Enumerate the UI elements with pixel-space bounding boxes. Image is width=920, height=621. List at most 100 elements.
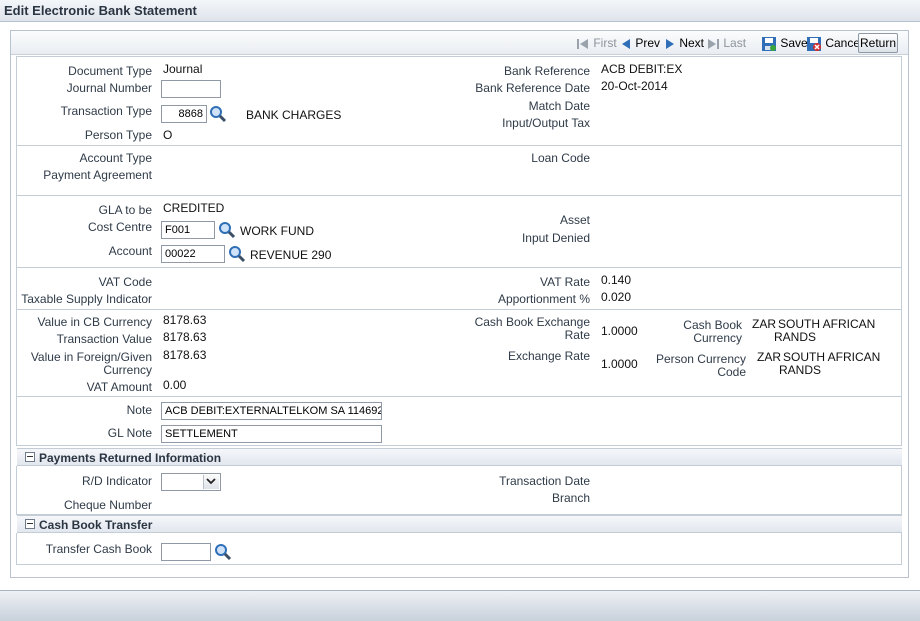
bank-reference-value: ACB DEBIT:EX xyxy=(601,62,683,76)
document-type-value: Journal xyxy=(163,62,203,76)
person-currency-code: ZAR xyxy=(757,350,781,364)
divider xyxy=(17,396,902,397)
journal-number-label: Journal Number xyxy=(66,81,152,95)
bank-reference-date-label: Bank Reference Date xyxy=(475,81,590,95)
loan-code-label: Loan Code xyxy=(531,151,590,165)
footer-bar xyxy=(0,590,920,621)
divider xyxy=(17,267,902,268)
vat-rate-label: VAT Rate xyxy=(539,275,590,289)
person-currency-label: Person Currency xyxy=(655,352,746,366)
collapse-icon[interactable] xyxy=(25,519,35,529)
prev-icon xyxy=(622,38,630,49)
value-cb-label: Value in CB Currency xyxy=(37,315,153,329)
cash-book-transfer-header[interactable]: Cash Book Transfer xyxy=(17,515,902,533)
next-button[interactable]: Next xyxy=(664,36,704,51)
payments-returned-title: Payments Returned Information xyxy=(39,451,222,465)
cash-book-currency-label-cont: Currency xyxy=(693,331,742,345)
value-foreign-label: Value in Foreign/Given xyxy=(30,350,152,364)
document-type-label: Document Type xyxy=(68,64,152,78)
bank-reference-date-value: 20-Oct-2014 xyxy=(601,79,668,93)
person-currency-label-cont: Code xyxy=(717,365,746,379)
transaction-value-label: Transaction Value xyxy=(56,332,152,346)
save-label: Save xyxy=(780,36,808,51)
cancel-button[interactable]: Cancel xyxy=(806,36,863,52)
value-cb-value: 8178.63 xyxy=(163,313,207,327)
transaction-type-field[interactable]: 8868 xyxy=(161,105,207,123)
journal-number-field[interactable] xyxy=(161,80,221,98)
account-field[interactable]: 00022 xyxy=(161,245,225,263)
cash-book-transfer-title: Cash Book Transfer xyxy=(39,518,153,532)
note-field[interactable]: ACB DEBIT:EXTERNALTELKOM SA 11469255 xyxy=(161,402,382,420)
cash-book-currency-name: SOUTH AFRICAN xyxy=(778,317,876,331)
account-label: Account xyxy=(108,244,152,258)
search-icon[interactable] xyxy=(214,543,232,561)
cash-book-currency-label: Cash Book xyxy=(683,318,742,332)
first-button[interactable]: First xyxy=(576,36,617,51)
transaction-date-label: Transaction Date xyxy=(499,474,590,488)
transaction-type-label: Transaction Type xyxy=(60,104,152,118)
vat-code-label: VAT Code xyxy=(98,275,152,289)
divider xyxy=(17,309,902,310)
return-button[interactable]: Return xyxy=(858,33,898,53)
search-icon[interactable] xyxy=(228,245,246,263)
cost-centre-field[interactable]: F001 xyxy=(161,221,215,239)
next-label: Next xyxy=(679,36,705,50)
first-label: First xyxy=(593,36,617,50)
transfer-cash-book-label: Transfer Cash Book xyxy=(45,542,152,556)
taxable-supply-label: Taxable Supply Indicator xyxy=(21,292,152,306)
payment-agreement-label: Payment Agreement xyxy=(43,168,152,182)
input-output-tax-label: Input/Output Tax xyxy=(502,116,590,130)
gl-note-label: GL Note xyxy=(107,426,152,440)
cost-centre-desc: WORK FUND xyxy=(240,224,314,238)
cancel-icon xyxy=(807,37,821,51)
match-date-label: Match Date xyxy=(528,99,590,113)
payments-returned-header[interactable]: Payments Returned Information xyxy=(17,448,902,466)
prev-label: Prev xyxy=(635,36,661,50)
transaction-type-desc: BANK CHARGES xyxy=(246,108,342,122)
prev-button[interactable]: Prev xyxy=(620,36,660,51)
cash-book-currency-code: ZAR xyxy=(752,317,776,331)
last-button[interactable]: Last xyxy=(706,36,746,51)
search-icon[interactable] xyxy=(209,105,227,123)
last-label: Last xyxy=(723,36,747,50)
collapse-icon[interactable] xyxy=(25,452,35,462)
input-denied-label: Input Denied xyxy=(521,231,590,245)
gla-value: CREDITED xyxy=(163,201,225,215)
cheque-number-label: Cheque Number xyxy=(63,498,152,512)
first-icon xyxy=(577,38,588,49)
person-currency-name: SOUTH AFRICAN xyxy=(783,350,881,364)
gl-note-field[interactable]: SETTLEMENT xyxy=(161,425,382,443)
bank-reference-label: Bank Reference xyxy=(503,64,590,78)
value-foreign-value: 8178.63 xyxy=(163,348,207,362)
chevron-down-icon[interactable] xyxy=(203,475,219,489)
divider xyxy=(17,145,902,146)
rd-indicator-label: R/D Indicator xyxy=(81,474,152,488)
vat-rate-value: 0.140 xyxy=(601,273,632,287)
divider xyxy=(17,195,902,196)
asset-label: Asset xyxy=(559,213,590,227)
last-icon xyxy=(708,38,719,49)
rd-indicator-select[interactable] xyxy=(161,473,221,491)
branch-label: Branch xyxy=(551,491,590,505)
vat-amount-value: 0.00 xyxy=(163,378,187,392)
value-foreign-label-cont: Currency xyxy=(103,363,152,377)
apportionment-label: Apportionment % xyxy=(497,292,590,306)
cash-book-currency-name-cont: RANDS xyxy=(774,330,817,344)
vat-amount-label: VAT Amount xyxy=(86,380,152,394)
save-icon xyxy=(762,37,776,51)
gla-label: GLA to be xyxy=(98,203,152,217)
next-icon xyxy=(666,38,674,49)
account-type-label: Account Type xyxy=(79,151,153,165)
person-currency-name-cont: RANDS xyxy=(779,363,822,377)
save-button[interactable]: Save xyxy=(761,36,808,52)
transaction-value: 8178.63 xyxy=(163,330,207,344)
account-desc: REVENUE 290 xyxy=(250,248,332,262)
person-type-value: O xyxy=(163,128,173,142)
note-label: Note xyxy=(126,403,152,417)
person-type-label: Person Type xyxy=(84,128,152,142)
transfer-cash-book-field[interactable] xyxy=(161,543,211,561)
search-icon[interactable] xyxy=(218,221,236,239)
page-title: Edit Electronic Bank Statement xyxy=(4,3,197,18)
cost-centre-label: Cost Centre xyxy=(87,220,152,234)
apportionment-value: 0.020 xyxy=(601,290,632,304)
